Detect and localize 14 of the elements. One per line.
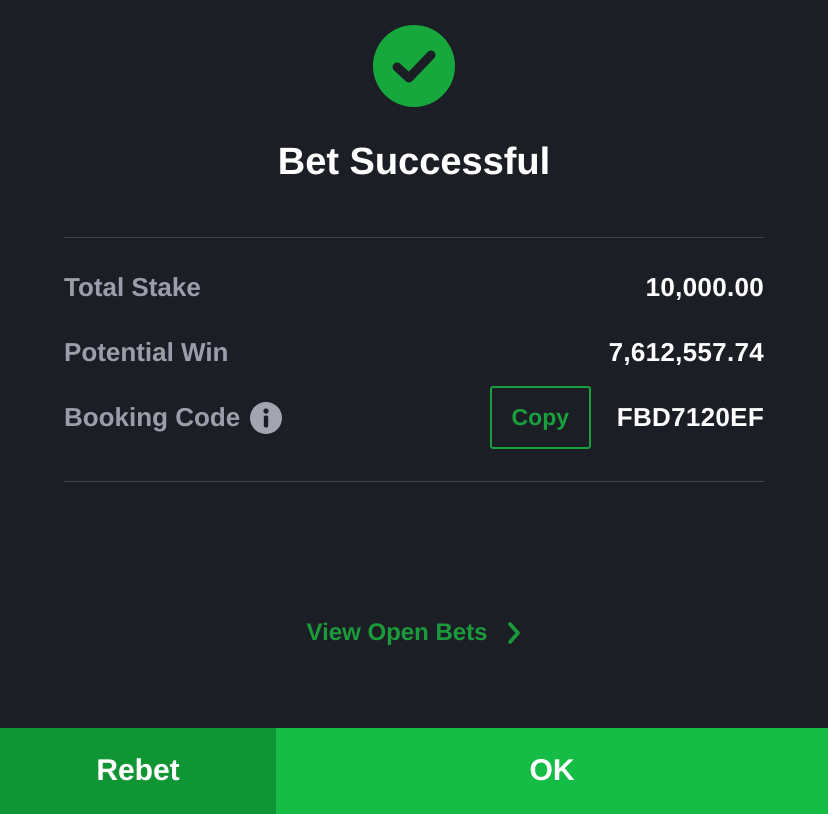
success-check-icon [373, 25, 455, 107]
summary-value: 10,000.00 [646, 272, 764, 303]
chevron-right-icon [507, 621, 522, 645]
summary-value: 7,612,557.74 [608, 337, 764, 368]
status-title: Bet Successful [276, 140, 552, 185]
info-icon[interactable] [250, 402, 282, 434]
view-open-bets-link[interactable]: View Open Bets [306, 618, 522, 648]
ok-button[interactable]: OK [276, 728, 828, 814]
summary-label: Potential Win [64, 337, 228, 368]
copy-button[interactable]: Copy [490, 386, 591, 449]
summary-label: Total Stake [64, 272, 201, 303]
rebet-button[interactable]: Rebet [0, 728, 276, 814]
booking-code: FBD7120EF [616, 402, 764, 433]
summary-label: Booking Code [64, 402, 240, 433]
